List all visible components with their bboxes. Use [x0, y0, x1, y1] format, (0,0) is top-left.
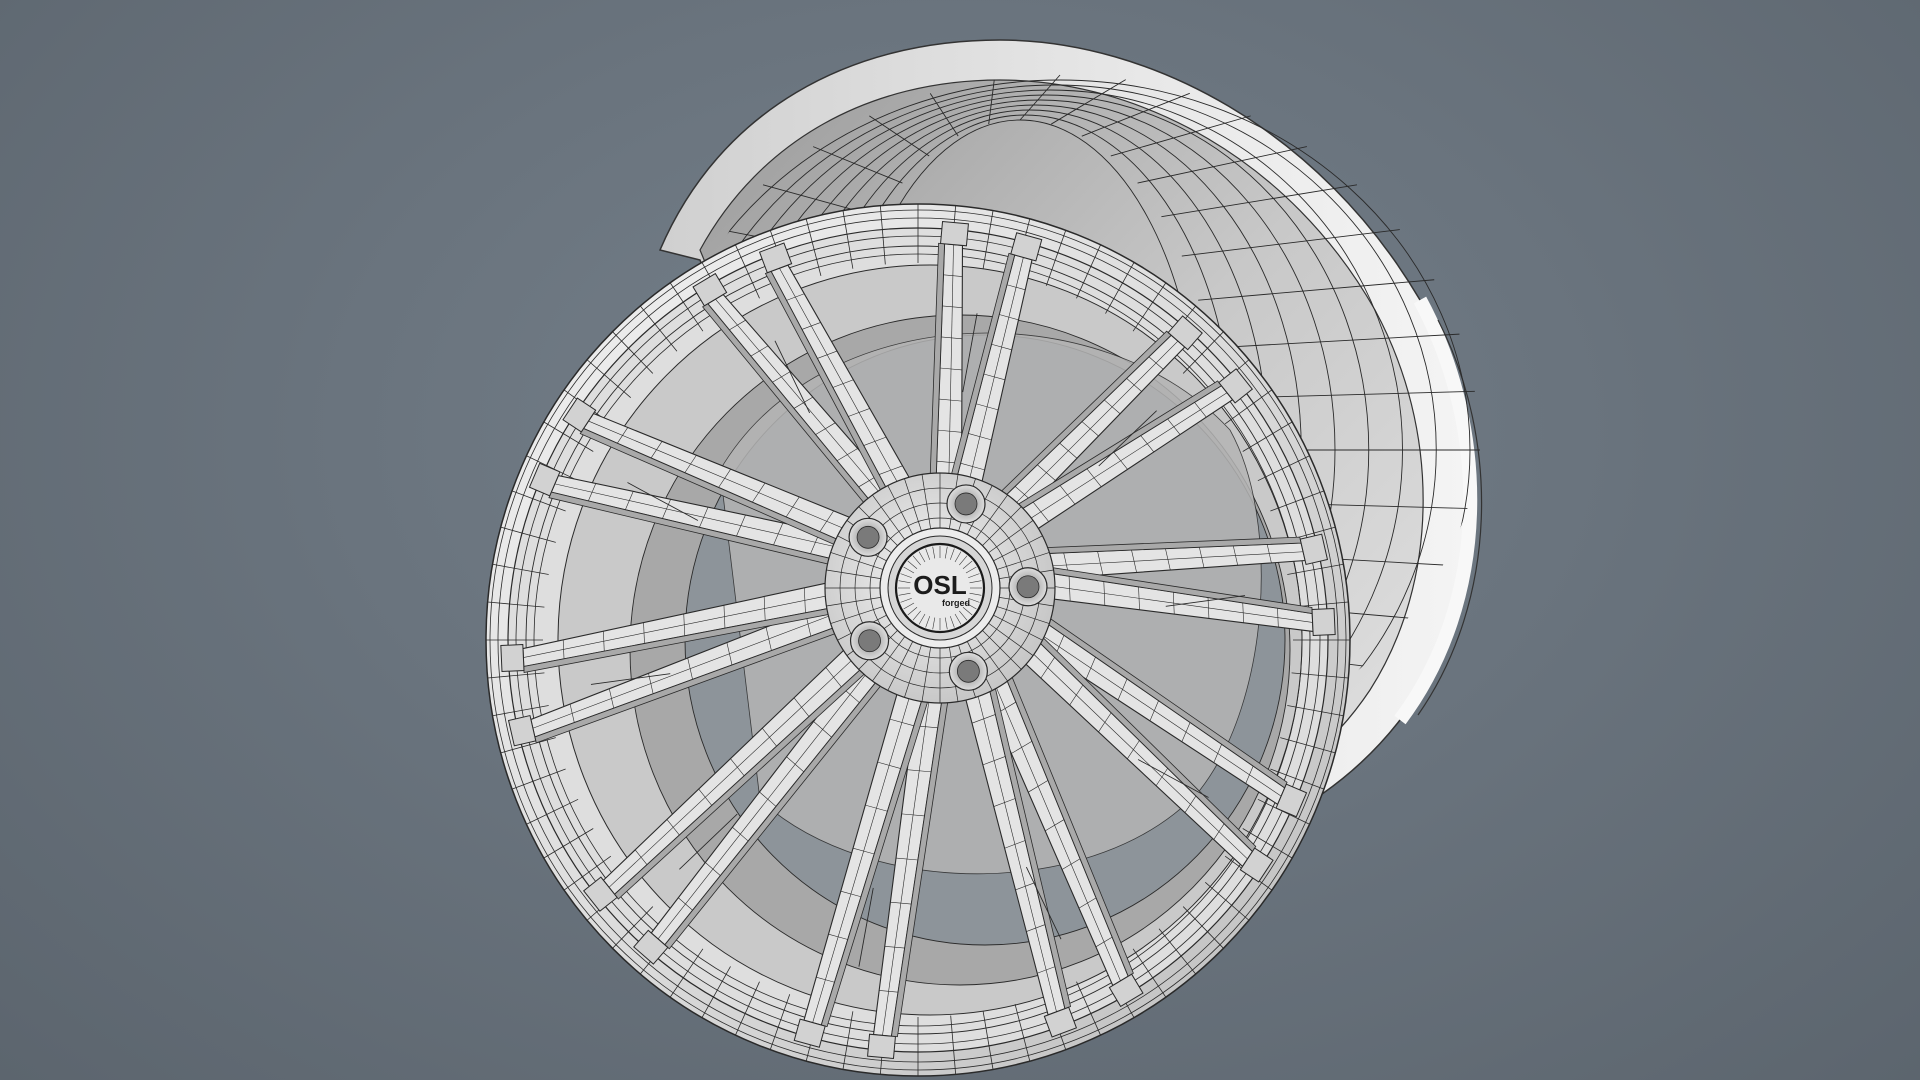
- 3d-viewport[interactable]: OSL forged: [0, 0, 1920, 1080]
- wheel-model[interactable]: OSL forged: [0, 0, 1920, 1080]
- hub-logo-sub: forged: [942, 598, 970, 608]
- hub-logo: OSL: [913, 570, 967, 600]
- center-cap: OSL forged: [894, 542, 986, 634]
- center-hub: OSL forged: [824, 472, 1056, 704]
